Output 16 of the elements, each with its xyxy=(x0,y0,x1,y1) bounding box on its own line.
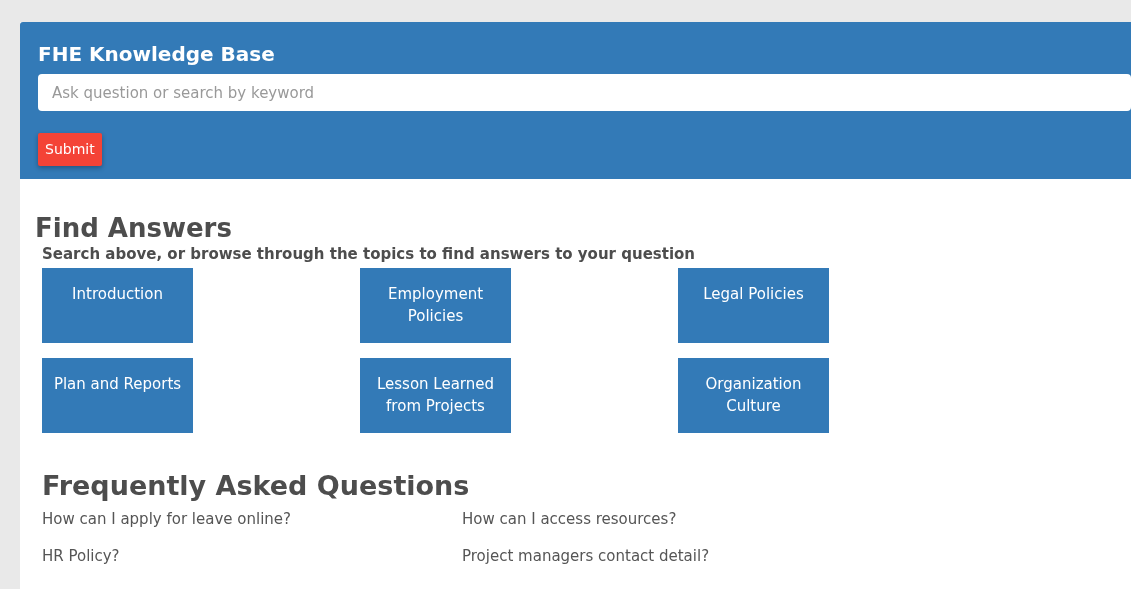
topic-tile[interactable]: Plan and Reports xyxy=(42,358,193,433)
faq-link[interactable]: HR Policy? xyxy=(42,546,120,566)
faq-link[interactable]: Project managers contact detail? xyxy=(462,546,710,566)
topic-tile[interactable]: Introduction xyxy=(42,268,193,343)
submit-button[interactable]: Submit xyxy=(38,133,102,166)
site-title: FHE Knowledge Base xyxy=(38,41,275,68)
faq-link[interactable]: How can I access resources? xyxy=(462,509,677,529)
faq-link[interactable]: How can I apply for leave online? xyxy=(42,509,292,529)
topic-tile[interactable]: Lesson Learned from Projects xyxy=(360,358,511,433)
topic-tile[interactable]: Employment Policies xyxy=(360,268,511,343)
faq-heading: Frequently Asked Questions xyxy=(42,469,470,503)
section-heading: Find Answers xyxy=(35,213,232,243)
topic-tile[interactable]: Organization Culture xyxy=(678,358,829,433)
topic-tile[interactable]: Legal Policies xyxy=(678,268,829,343)
section-subtitle: Search above, or browse through the topics to find answers to your question xyxy=(42,244,697,264)
search-field[interactable]: Ask question or search by keyword xyxy=(38,74,1131,111)
